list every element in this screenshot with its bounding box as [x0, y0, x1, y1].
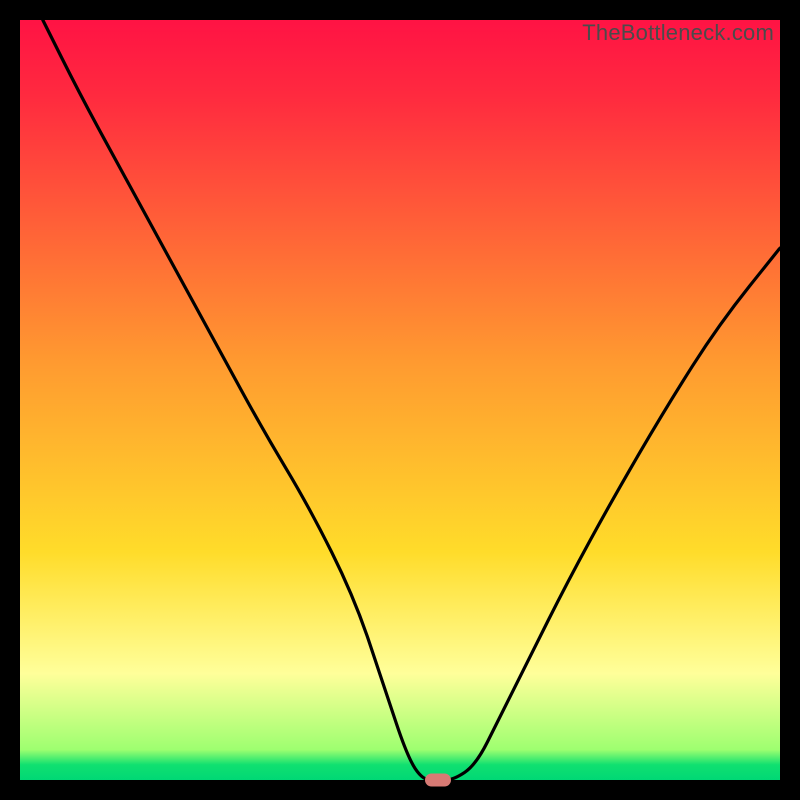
plot-area: TheBottleneck.com	[20, 20, 780, 780]
optimal-marker	[425, 774, 451, 787]
curve-path	[43, 20, 780, 780]
chart-stage: TheBottleneck.com	[0, 0, 800, 800]
bottleneck-curve	[20, 20, 780, 780]
